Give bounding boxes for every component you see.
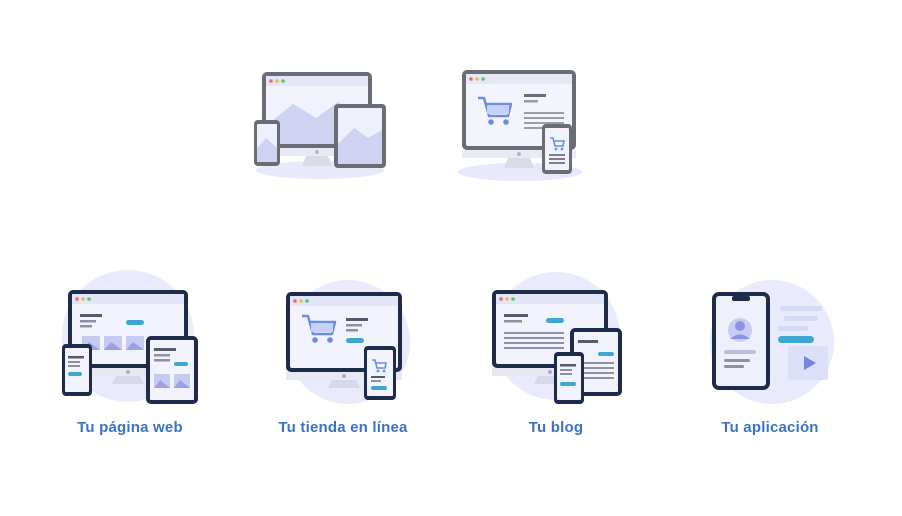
caption-web-page[interactable]: Tu página web — [60, 419, 200, 436]
responsive-devices-gray-icon — [248, 66, 394, 182]
web-page-devices-icon — [56, 266, 202, 412]
caption-app[interactable]: Tu aplicación — [708, 419, 832, 436]
online-store-devices-icon — [280, 270, 416, 410]
caption-online-store[interactable]: Tu tienda en línea — [263, 419, 423, 436]
caption-blog[interactable]: Tu blog — [506, 419, 606, 436]
ecommerce-devices-gray-icon — [456, 66, 586, 182]
mobile-app-icon — [700, 270, 840, 410]
blog-devices-icon — [488, 266, 628, 410]
